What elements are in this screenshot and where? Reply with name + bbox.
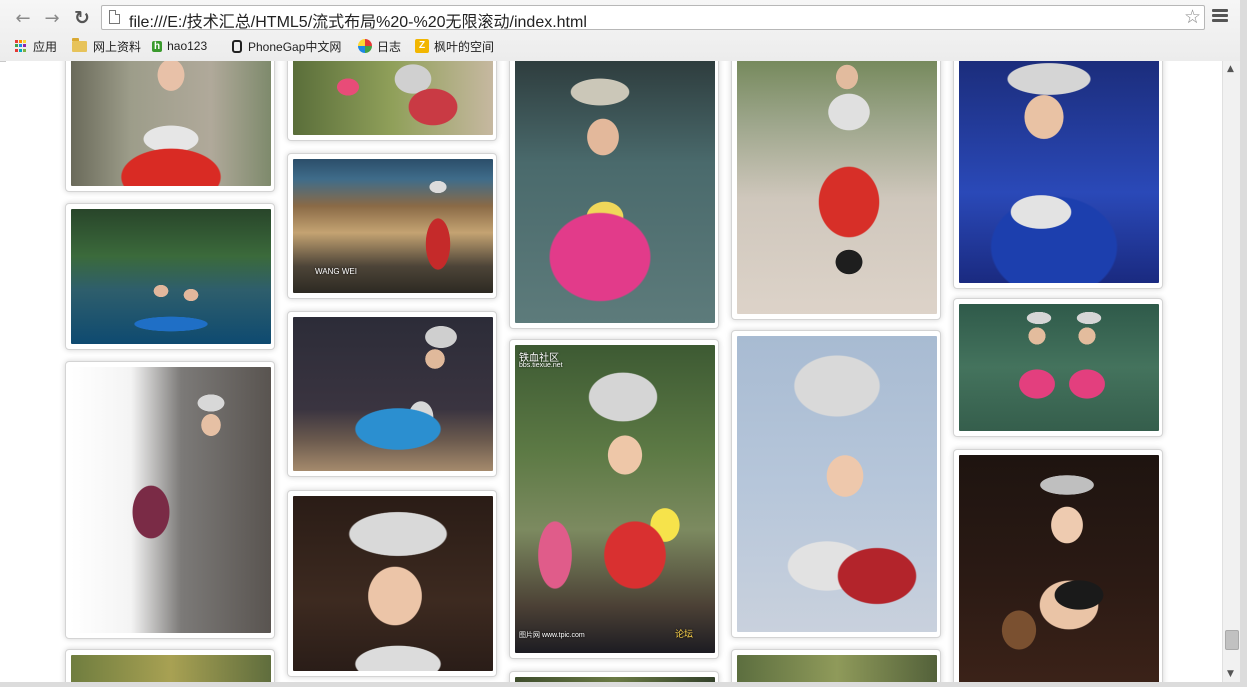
arrow-left-icon: ← [15, 7, 31, 29]
bookmark-apps[interactable]: 应用 [15, 36, 57, 56]
bookmark-label: 应用 [33, 39, 58, 54]
page-icon [109, 10, 120, 24]
photo [737, 655, 937, 682]
vertical-scrollbar[interactable]: ▲ ▼ [1222, 61, 1241, 682]
window-frame-bottom [0, 682, 1247, 687]
hamburger-icon [1212, 9, 1228, 12]
bookmark-label: PhoneGap中文网 [248, 39, 342, 54]
reload-button[interactable]: ↻ [70, 7, 94, 29]
bookmark-folder[interactable]: 网上资料 [72, 36, 141, 56]
photo-caption: WANG WEI [315, 267, 357, 276]
photo: WANG WEI [293, 159, 493, 293]
folder-icon [72, 37, 87, 52]
url-text[interactable]: file:///E:/技术汇总/HTML5/流式布局%20-%20无限滚动/in… [129, 8, 587, 32]
photo [293, 61, 493, 135]
photo-card[interactable] [287, 490, 497, 677]
reload-icon: ↻ [74, 7, 90, 29]
photo-card[interactable] [731, 330, 941, 638]
bookmark-phonegap[interactable]: PhoneGap中文网 [232, 36, 341, 56]
photo-card[interactable]: WANG WEI [287, 153, 497, 299]
photo [71, 209, 271, 344]
hao123-icon: h [152, 40, 163, 52]
photo-credit: 图片网 www.tpic.com [519, 632, 585, 639]
photo-card[interactable] [953, 61, 1163, 289]
photo-card[interactable] [953, 449, 1163, 682]
diary-icon [358, 39, 372, 53]
window-frame-right [1240, 0, 1247, 687]
address-bar[interactable]: file:///E:/技术汇总/HTML5/流式布局%20-%20无限滚动/in… [101, 5, 1205, 32]
photo-card[interactable] [65, 649, 275, 682]
apps-grid-icon [15, 40, 27, 52]
bookmark-label: 网上资料 [93, 39, 142, 54]
photo [959, 61, 1159, 283]
photo-card[interactable] [509, 61, 719, 329]
menu-button[interactable] [1212, 9, 1228, 23]
photo-card[interactable]: 铁血社区 bbs.tiexue.net 图片网 www.tpic.com 论坛 [509, 339, 719, 659]
photo-card[interactable] [65, 361, 275, 639]
bookmark-label: 日志 [377, 39, 402, 54]
bookmark-star-icon[interactable]: ☆ [1184, 6, 1201, 28]
scrollbar-thumb[interactable] [1225, 630, 1239, 650]
photo [71, 655, 271, 682]
qzone-icon: Z [415, 39, 429, 53]
photo-credit-badge: 论坛 [675, 629, 694, 639]
photo-card[interactable] [65, 203, 275, 350]
photo-card[interactable] [953, 298, 1163, 437]
photo [737, 61, 937, 314]
browser-toolbar: ← → ↻ file:///E:/技术汇总/HTML5/流式布局%20-%20无… [0, 0, 1247, 62]
photo-card[interactable] [731, 61, 941, 320]
photo-card[interactable] [287, 311, 497, 477]
bookmark-qzone[interactable]: Z 枫叶的空间 [415, 36, 494, 56]
bookmark-label: hao123 [167, 39, 208, 53]
bookmark-hao123[interactable]: h hao123 [152, 36, 207, 56]
bookmark-label: 枫叶的空间 [434, 39, 495, 54]
waterfall-gallery: WANG WEI 铁血社区 bbs.tiexue.net 图片网 www.tpi… [6, 61, 1222, 682]
photo-card[interactable] [65, 61, 275, 192]
photo [293, 317, 493, 471]
photo: 铁血社区 bbs.tiexue.net 图片网 www.tpic.com 论坛 [515, 345, 715, 653]
back-button[interactable]: ← [11, 7, 35, 29]
photo-card[interactable] [731, 649, 941, 682]
photo-watermark-url: bbs.tiexue.net [519, 362, 563, 369]
photo [71, 61, 271, 186]
photo [515, 61, 715, 323]
scroll-up-icon[interactable]: ▲ [1227, 64, 1234, 74]
photo [737, 336, 937, 632]
bookmark-diary[interactable]: 日志 [358, 36, 401, 56]
photo [293, 496, 493, 671]
scroll-down-icon[interactable]: ▼ [1227, 669, 1234, 679]
photo [71, 367, 271, 633]
photo-card[interactable] [509, 671, 719, 682]
photo [959, 304, 1159, 431]
photo-card[interactable] [287, 61, 497, 141]
photo [959, 455, 1159, 682]
forward-button[interactable]: → [40, 7, 64, 29]
arrow-right-icon: → [44, 7, 60, 29]
phonegap-icon [232, 39, 242, 53]
bookmarks-bar: 应用 网上资料 h hao123 PhoneGap中文网 日志 Z 枫叶的空间 [0, 35, 1247, 57]
